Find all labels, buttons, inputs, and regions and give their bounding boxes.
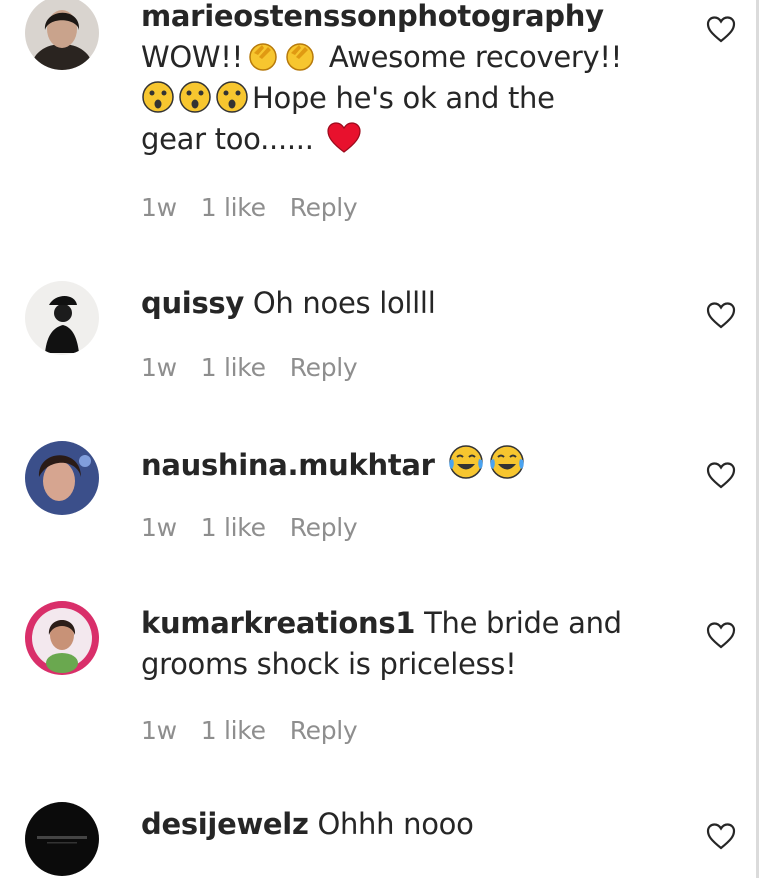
avatar[interactable] [25, 601, 99, 675]
clapping-hands-icon [246, 39, 317, 73]
comment-meta: 1w 1 like Reply [141, 193, 381, 222]
comment-text: desijewelz Ohhh nooo [141, 804, 646, 845]
comment-text: kumarkreations1 The bride and grooms sho… [141, 603, 646, 685]
username-link[interactable]: naushina.mukhtar [141, 448, 435, 482]
heart-icon[interactable] [705, 821, 737, 853]
reply-button[interactable]: Reply [290, 193, 358, 222]
comment-text-line: WOW!! [141, 40, 243, 74]
comment-time[interactable]: 1w [141, 353, 177, 382]
avatar[interactable] [25, 441, 99, 515]
comment-text-line: gear too...... [141, 122, 314, 156]
astonished-face-icon [141, 80, 249, 114]
heart-icon[interactable] [705, 460, 737, 492]
heart-icon[interactable] [705, 14, 737, 46]
username-link[interactable]: desijewelz [141, 807, 309, 841]
heart-icon[interactable] [705, 300, 737, 332]
like-count[interactable]: 1 like [201, 513, 266, 542]
reply-button[interactable]: Reply [290, 716, 358, 745]
comment-meta: 1w 1 like Reply [141, 513, 381, 542]
comment-meta: 1w 1 like Reply [141, 716, 381, 745]
username-link[interactable]: quissy [141, 286, 244, 320]
tears-of-joy-icon [447, 443, 526, 481]
comment-text: quissy Oh noes lollll [141, 283, 646, 324]
avatar[interactable] [25, 802, 99, 876]
avatar[interactable] [25, 0, 99, 70]
like-count[interactable]: 1 like [201, 716, 266, 745]
username-link[interactable]: marieostenssonphotography [141, 0, 604, 33]
reply-button[interactable]: Reply [290, 513, 358, 542]
avatar[interactable] [25, 281, 99, 355]
username-link[interactable]: kumarkreations1 [141, 606, 415, 640]
red-heart-icon [326, 121, 362, 155]
comment-item: marieostenssonphotography WOW!! Awesome … [0, 0, 745, 260]
comment-time[interactable]: 1w [141, 193, 177, 222]
comment-meta: 1w 1 like Reply [141, 353, 381, 382]
comment-text-line: Hope he's ok and the [252, 81, 555, 115]
comment-time[interactable]: 1w [141, 716, 177, 745]
comment-item: kumarkreations1 The bride and grooms sho… [0, 601, 745, 781]
heart-icon[interactable] [705, 620, 737, 652]
comment-item: naushina.mukhtar 1w 1 like Reply [0, 441, 745, 581]
comment-text-line: Awesome recovery!! [328, 40, 622, 74]
comment-time[interactable]: 1w [141, 513, 177, 542]
reply-button[interactable]: Reply [290, 353, 358, 382]
like-count[interactable]: 1 like [201, 353, 266, 382]
comment-text: naushina.mukhtar [141, 443, 646, 486]
comment-body: Oh noes lollll [252, 286, 436, 320]
comment-item: quissy Oh noes lollll 1w 1 like Reply [0, 281, 745, 421]
like-count[interactable]: 1 like [201, 193, 266, 222]
comment-item: desijewelz Ohhh nooo [0, 802, 745, 878]
comment-text: marieostenssonphotography WOW!! Awesome … [141, 0, 646, 160]
comment-body: Ohhh nooo [317, 807, 474, 841]
